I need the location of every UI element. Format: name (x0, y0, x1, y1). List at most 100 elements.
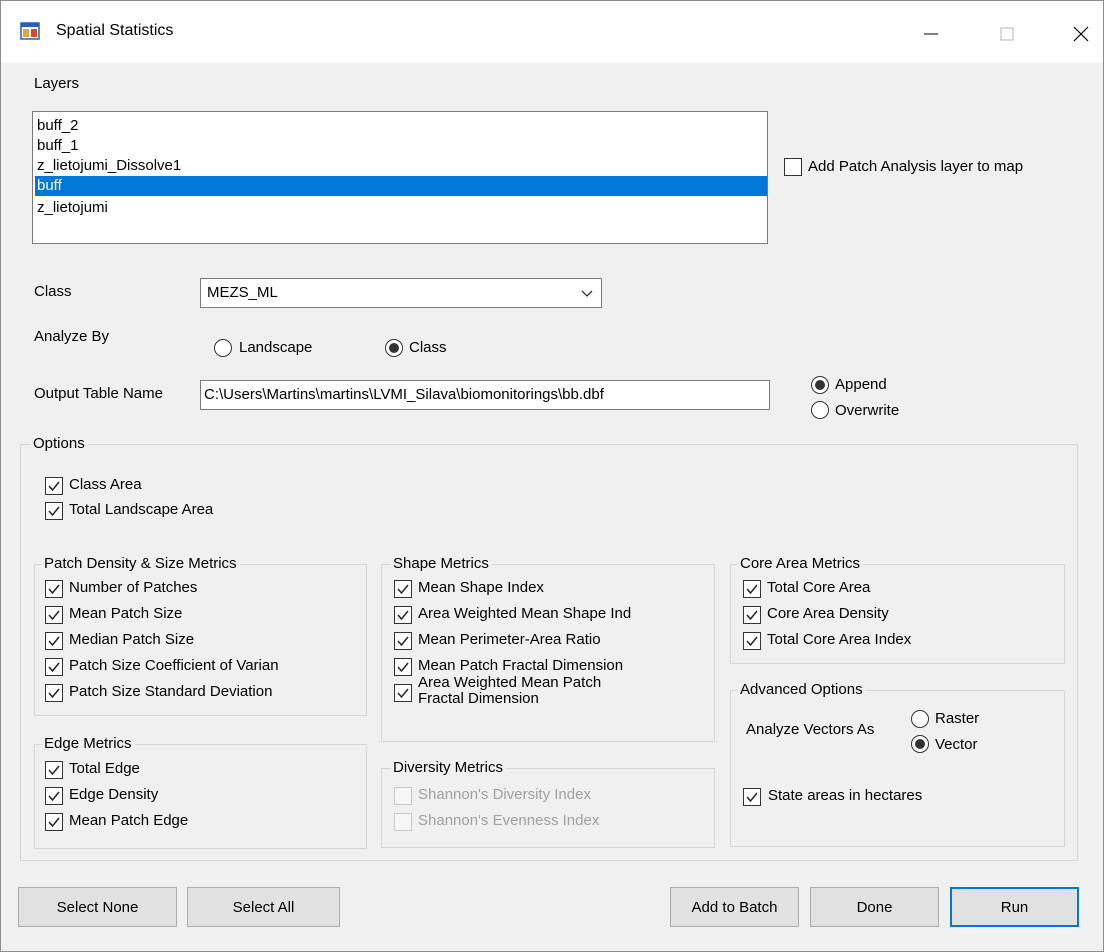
shape-item-label: Mean Patch Fractal Dimension (418, 657, 624, 674)
done-button[interactable]: Done (810, 887, 939, 927)
layer-item[interactable]: z_lietojumi (35, 198, 767, 218)
layer-item[interactable]: z_lietojumi_Dissolve1 (35, 156, 767, 176)
run-button[interactable]: Run (950, 887, 1079, 927)
checkmark-icon (397, 610, 409, 621)
diversity-checkbox[interactable] (394, 787, 412, 805)
landscape-radio-label: Landscape (239, 339, 313, 356)
core-checkbox[interactable] (743, 580, 761, 598)
edge-checkbox[interactable] (45, 761, 63, 779)
patch-density-group-title: Patch Density & Size Metrics (42, 555, 240, 572)
total-landscape-area-checkbox[interactable] (45, 502, 63, 520)
patch_density-checkbox[interactable] (45, 684, 63, 702)
hectares-checkbox[interactable] (743, 788, 761, 806)
diversity-item-label: Shannon's Evenness Index (418, 812, 600, 829)
diversity-group-title: Diversity Metrics (391, 759, 507, 776)
edge-checkbox[interactable] (45, 787, 63, 805)
core-checkbox[interactable] (743, 632, 761, 650)
layers-listbox[interactable]: buff_2 buff_1 z_lietojumi_Dissolve1 buff… (32, 111, 768, 244)
overwrite-radio-label: Overwrite (835, 402, 900, 419)
checkmark-icon (48, 688, 60, 699)
raster-radio[interactable] (911, 710, 929, 728)
checkmark-icon (746, 636, 758, 647)
checkmark-icon (397, 584, 409, 595)
add-patch-layer-checkbox[interactable] (784, 158, 802, 176)
spatial-statistics-dialog: Spatial Statistics Layers buff_2 buff_1 … (0, 0, 1104, 952)
overwrite-radio[interactable] (811, 401, 829, 419)
append-radio[interactable] (811, 376, 829, 394)
close-icon (1073, 26, 1089, 42)
checkmark-icon (48, 662, 60, 673)
layer-item[interactable]: buff_1 (35, 136, 767, 156)
patch_density-item-label: Patch Size Standard Deviation (69, 683, 273, 700)
raster-radio-label: Raster (935, 710, 980, 727)
checkmark-icon (48, 636, 60, 647)
checkmark-icon (48, 481, 60, 492)
checkmark-icon (746, 610, 758, 621)
output-table-input[interactable]: C:\Users\Martins\martins\LVMI_Silava\bio… (200, 380, 770, 410)
class-area-checkbox[interactable] (45, 477, 63, 495)
edge-checkbox[interactable] (45, 813, 63, 831)
output-table-value: C:\Users\Martins\martins\LVMI_Silava\bio… (204, 386, 604, 403)
edge-item-label: Edge Density (69, 786, 159, 803)
select-all-button[interactable]: Select All (187, 887, 340, 927)
radio-dot (815, 380, 825, 390)
checkmark-icon (746, 584, 758, 595)
landscape-radio[interactable] (214, 339, 232, 357)
patch_density-item-label: Patch Size Coefficient of Varian (69, 657, 279, 674)
vector-radio[interactable] (911, 735, 929, 753)
class-radio[interactable] (385, 339, 403, 357)
layers-label: Layers (34, 75, 80, 92)
checkmark-icon (397, 688, 409, 699)
patch_density-checkbox[interactable] (45, 658, 63, 676)
shape-item-label: Mean Shape Index (418, 579, 544, 596)
add-to-batch-button[interactable]: Add to Batch (670, 887, 799, 927)
shape-checkbox[interactable] (394, 658, 412, 676)
patch_density-item-label: Mean Patch Size (69, 605, 183, 622)
close-button[interactable] (1045, 1, 1104, 63)
select-none-button[interactable]: Select None (18, 887, 177, 927)
advanced-options-group-title: Advanced Options (738, 681, 866, 698)
shape-item-label: Area Weighted Mean Patch (418, 674, 602, 691)
patch_density-checkbox[interactable] (45, 632, 63, 650)
hectares-label: State areas in hectares (768, 787, 923, 804)
maximize-button[interactable] (971, 1, 1041, 63)
patch_density-checkbox[interactable] (45, 606, 63, 624)
analyze-vectors-label: Analyze Vectors As (746, 721, 875, 738)
class-combobox[interactable]: MEZS_ML (200, 278, 602, 308)
core-item-label: Total Core Area (767, 579, 871, 596)
shape-checkbox[interactable] (394, 606, 412, 624)
core-checkbox[interactable] (743, 606, 761, 624)
layer-item-selected[interactable]: buff (35, 176, 767, 196)
advanced-options-group (730, 690, 1065, 847)
class-radio-label: Class (409, 339, 447, 356)
minimize-icon (924, 33, 938, 35)
diversity-checkbox[interactable] (394, 813, 412, 831)
core-item-label: Total Core Area Index (767, 631, 912, 648)
app-window-icon (20, 22, 40, 40)
window-title: Spatial Statistics (56, 22, 174, 39)
shape-checkbox[interactable] (394, 684, 412, 702)
shape-checkbox[interactable] (394, 580, 412, 598)
edge-item-label: Mean Patch Edge (69, 812, 189, 829)
checkmark-icon (48, 584, 60, 595)
layer-item[interactable]: buff_2 (35, 116, 767, 136)
shape-group-title: Shape Metrics (391, 555, 492, 572)
options-group-title: Options (31, 435, 88, 452)
checkmark-icon (48, 817, 60, 828)
total-landscape-area-label: Total Landscape Area (69, 501, 214, 518)
maximize-icon (1000, 27, 1014, 41)
shape-item-label-line2: Fractal Dimension (418, 690, 539, 707)
minimize-button[interactable] (895, 1, 965, 63)
radio-dot (915, 739, 925, 749)
patch_density-checkbox[interactable] (45, 580, 63, 598)
core-item-label: Core Area Density (767, 605, 889, 622)
checkmark-icon (48, 506, 60, 517)
patch_density-item-label: Median Patch Size (69, 631, 195, 648)
shape-checkbox[interactable] (394, 632, 412, 650)
edge-group-title: Edge Metrics (42, 735, 135, 752)
checkmark-icon (48, 791, 60, 802)
shape-item-label: Area Weighted Mean Shape Ind (418, 605, 632, 622)
checkmark-icon (48, 765, 60, 776)
shape-item-label: Mean Perimeter-Area Ratio (418, 631, 601, 648)
checkmark-icon (746, 792, 758, 803)
